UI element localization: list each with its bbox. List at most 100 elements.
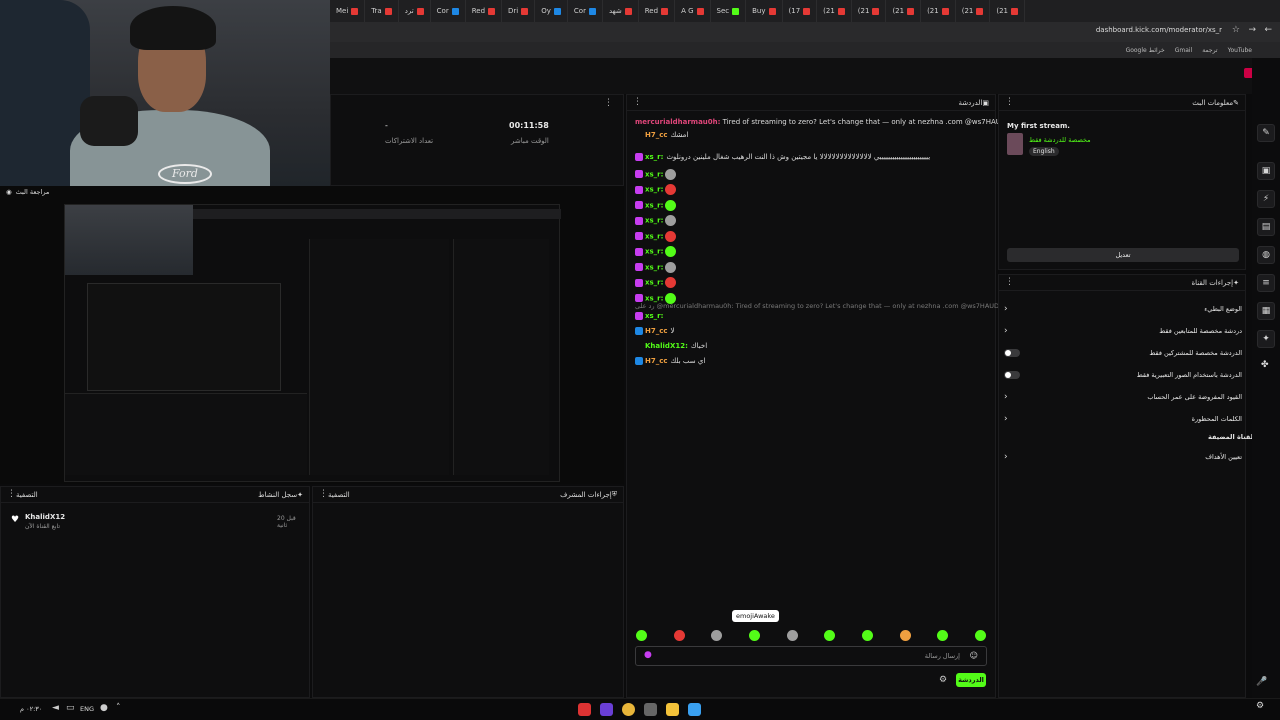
chat-username[interactable]: H7_cc xyxy=(645,357,668,365)
emote-button-icon[interactable] xyxy=(937,630,949,641)
activity-menu-icon[interactable]: ⋮ xyxy=(7,490,16,499)
chat-username[interactable]: xs_r: xyxy=(645,263,663,271)
browser-tab[interactable]: ترد xyxy=(399,0,431,22)
browser-tab[interactable]: Sec xyxy=(711,0,747,22)
emote-button-icon[interactable] xyxy=(786,630,798,641)
preview-video[interactable] xyxy=(64,204,561,482)
layout-icon[interactable]: ▦ xyxy=(1257,302,1275,320)
chat-username[interactable]: xs_r: xyxy=(645,232,663,240)
toggle-switch[interactable] xyxy=(1004,371,1020,379)
channel-action-row[interactable]: الدردشة مخصصة للمشتركين فقط xyxy=(1004,346,1242,360)
browser-tab[interactable]: (21 xyxy=(921,0,956,22)
mic-icon[interactable]: ● xyxy=(100,703,108,713)
chat-username[interactable]: xs_r: xyxy=(645,294,663,302)
bookmark-item[interactable]: ترجمة xyxy=(1202,47,1217,54)
chat-username[interactable]: xs_r: xyxy=(645,248,663,256)
browser-tab[interactable]: (17 xyxy=(783,0,818,22)
forward-icon[interactable]: → xyxy=(1248,25,1256,35)
stream-category[interactable]: مخصصة للدردشة فقط xyxy=(1029,136,1091,144)
channel-actions-menu-icon[interactable]: ⋮ xyxy=(1005,278,1014,287)
browser-tab[interactable]: (21 xyxy=(817,0,852,22)
browser-tab[interactable]: Red xyxy=(466,0,503,22)
browser-tab[interactable]: A G xyxy=(675,0,711,22)
chat-username[interactable]: H7_cc xyxy=(645,131,668,139)
stats-menu-icon[interactable]: ⋮ xyxy=(604,99,613,108)
chat-username[interactable]: xs_r: xyxy=(645,201,663,209)
chat-username[interactable]: xs_r: xyxy=(645,312,663,320)
emote-button-icon[interactable] xyxy=(861,630,873,641)
channel-action-row[interactable]: › الوضع البطيء xyxy=(1004,302,1242,316)
chat-username[interactable]: KhalidX12: xyxy=(645,342,688,350)
browser-tab[interactable]: Buy xyxy=(746,0,783,22)
browser-tab[interactable]: (21 xyxy=(956,0,991,22)
chrome-taskbar-icon[interactable] xyxy=(622,703,635,716)
calculator-taskbar-icon[interactable] xyxy=(644,703,657,716)
list-icon[interactable]: ≡ xyxy=(1257,274,1275,292)
users-icon[interactable]: ✤ xyxy=(1261,360,1269,370)
app-taskbar-icon[interactable] xyxy=(600,703,613,716)
browser-tab[interactable]: Red xyxy=(639,0,676,22)
browser-tab[interactable]: Cor xyxy=(431,0,466,22)
chat-bubble-icon[interactable]: ◍ xyxy=(1257,246,1275,264)
emote-button-icon[interactable] xyxy=(899,630,911,641)
chat-settings-icon[interactable]: ⚙ xyxy=(939,675,947,685)
url-field[interactable]: dashboard.kick.com/moderator/xs_r xyxy=(1096,26,1222,38)
emote-button-icon[interactable] xyxy=(824,630,836,641)
chat-username[interactable]: xs_r: xyxy=(645,170,663,178)
chat-username[interactable]: xs_r: xyxy=(645,153,663,161)
browser-tab[interactable]: Dri xyxy=(502,0,536,22)
bookmark-item[interactable]: Gmail xyxy=(1175,47,1193,54)
edit-stream-button[interactable]: تعديل xyxy=(1007,248,1239,262)
emote-button-icon[interactable] xyxy=(711,630,723,641)
browser-tab[interactable]: (21 xyxy=(852,0,887,22)
set-goals-row[interactable]: › تعيين الأهداف xyxy=(1004,450,1242,464)
lightning-icon[interactable]: ⚡ xyxy=(1257,190,1275,208)
bookmark-item[interactable]: Google خرائط xyxy=(1126,47,1165,54)
mic-tray-icon[interactable]: 🎤 xyxy=(1256,677,1267,687)
browser-tab[interactable]: شهد xyxy=(603,0,639,22)
activity-filter-button[interactable]: التصفية xyxy=(16,491,38,499)
emoji-icon[interactable]: ☺ xyxy=(970,651,978,660)
stream-info-menu-icon[interactable]: ⋮ xyxy=(1005,98,1014,107)
mod-actions-filter-button[interactable]: التصفية xyxy=(328,491,350,499)
taskbar-language[interactable]: ENG xyxy=(80,705,94,713)
chevron-up-icon[interactable]: ˄ xyxy=(116,703,121,713)
browser-tab[interactable]: (21 xyxy=(886,0,922,22)
mic-icon[interactable]: ● xyxy=(644,650,652,660)
back-icon[interactable]: ← xyxy=(1264,25,1272,35)
toggle-switch[interactable] xyxy=(1004,349,1020,357)
browser-tab[interactable]: Mei xyxy=(330,0,366,22)
chat-username[interactable]: xs_r: xyxy=(645,217,663,225)
settings-tray-icon[interactable]: ⚙ xyxy=(1256,701,1264,711)
browser-tab[interactable]: (21 xyxy=(990,0,1025,22)
folder-taskbar-icon[interactable] xyxy=(666,703,679,716)
camera-icon[interactable]: ▣ xyxy=(1257,162,1275,180)
chat-username[interactable]: xs_r: xyxy=(645,279,663,287)
emote-button-icon[interactable] xyxy=(673,630,685,641)
emote-button-icon[interactable] xyxy=(636,630,647,641)
pencil-icon[interactable]: ✎ xyxy=(1257,124,1275,142)
bookmark-item[interactable]: YouTube xyxy=(1228,47,1252,54)
network-icon[interactable]: ▭ xyxy=(66,703,75,713)
windows-start-icon[interactable] xyxy=(688,703,701,716)
clipboard-icon[interactable]: ▤ xyxy=(1257,218,1275,236)
channel-action-row[interactable]: › دردشة مخصصة للمتابعين فقط xyxy=(1004,324,1242,338)
chat-username[interactable]: H7_cc xyxy=(645,327,668,335)
star-icon[interactable]: ☆ xyxy=(1232,25,1240,35)
browser-tab[interactable]: Cor xyxy=(568,0,603,22)
browser-tab[interactable]: Oy xyxy=(535,0,568,22)
browser-tab[interactable]: Tra xyxy=(365,0,399,22)
chat-menu-icon[interactable]: ⋮ xyxy=(633,98,642,107)
emote-button-icon[interactable] xyxy=(974,630,986,641)
channel-action-row[interactable]: › الكلمات المحظورة xyxy=(1004,412,1242,426)
activity-user[interactable]: KhalidX12 xyxy=(25,513,65,521)
chat-send-button[interactable]: الدردشة xyxy=(956,673,986,687)
wrench-icon[interactable]: ✦ xyxy=(1257,330,1275,348)
mod-actions-menu-icon[interactable]: ⋮ xyxy=(319,490,328,499)
chat-username[interactable]: xs_r: xyxy=(645,186,663,194)
speaker-icon[interactable]: ◄ xyxy=(52,703,59,713)
channel-action-row[interactable]: › القيود المفروضة على عمر الحساب xyxy=(1004,390,1242,404)
obs-taskbar-icon[interactable] xyxy=(578,703,591,716)
channel-action-row[interactable]: الدردشة باستخدام الصور التعبيرية فقط xyxy=(1004,368,1242,382)
chat-input[interactable]: ● إرسال رسالة ☺ xyxy=(635,646,987,666)
